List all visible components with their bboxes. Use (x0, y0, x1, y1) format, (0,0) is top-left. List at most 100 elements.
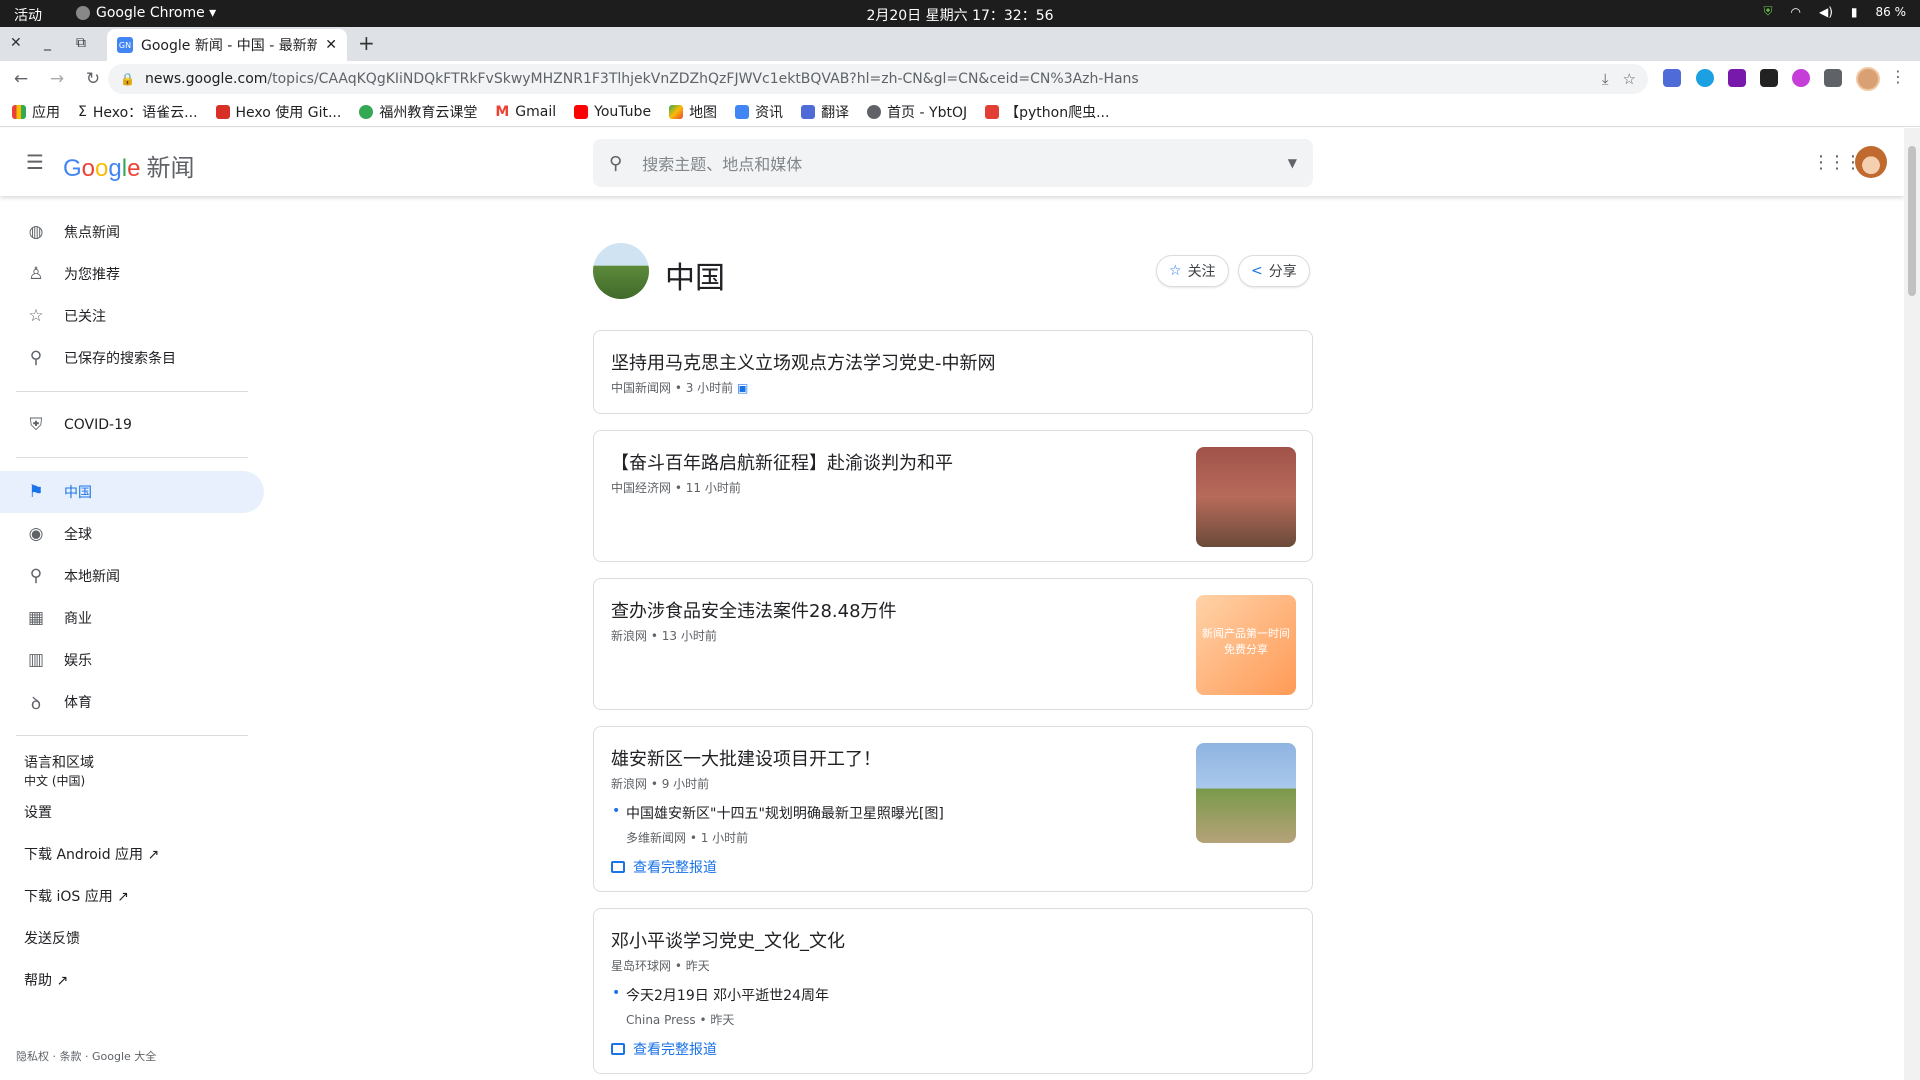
article-card[interactable]: 查办涉食品安全违法案件28.48万件 新浪网 • 13 小时前 新闻产品第一时间… (593, 578, 1313, 710)
globe-icon (867, 104, 882, 119)
article-source[interactable]: 新浪网 (611, 777, 647, 791)
browser-toolbar: ← → ↻ 🔒 news.google.com/topics/CAAqKQgKI… (0, 61, 1920, 97)
google-news-favicon-icon: GN (117, 37, 133, 53)
sidebar-item-local[interactable]: ⚲ 本地新闻 (0, 555, 264, 597)
search-input[interactable]: 搜索主题、地点和媒体 (642, 151, 1288, 175)
profile-avatar[interactable] (1856, 67, 1880, 91)
bookmark-6[interactable]: 地图 (669, 102, 717, 122)
full-coverage-link[interactable]: 查看完整报道 (611, 857, 717, 877)
related-article-title[interactable]: 今天2月19日 邓小平逝世24周年 (612, 985, 829, 1005)
address-bar[interactable]: 🔒 news.google.com/topics/CAAqKQgKIiNDQkF… (108, 64, 1648, 94)
bookmark-4[interactable]: M Gmail (495, 104, 556, 120)
reload-icon[interactable]: ↻ (78, 69, 108, 89)
article-source[interactable]: 中国经济网 (611, 481, 671, 495)
system-tray[interactable]: ⛨ ◠ ◀) ▮ 86 % (1763, 4, 1906, 19)
bookmark-star-icon[interactable]: ☆ (1623, 70, 1636, 88)
sidebar-item-label: 本地新闻 (64, 569, 120, 585)
bookmark-1[interactable]: Σ Hexo：语雀云... (78, 102, 198, 122)
article-thumbnail[interactable] (1196, 743, 1296, 843)
language-region-link[interactable]: 语言和区域 中文 (中国) (24, 752, 94, 789)
bookmark-0[interactable]: 应用 (12, 102, 60, 122)
article-title[interactable]: 【奋斗百年路启航新征程】赴渝谈判为和平 (611, 449, 953, 475)
bookmark-7[interactable]: 资讯 (735, 102, 783, 122)
sidebar-item-entertainment[interactable]: ▥ 娱乐 (0, 639, 264, 681)
full-coverage-icon[interactable]: ▣ (737, 381, 748, 395)
url-text[interactable]: news.google.com/topics/CAAqKQgKIiNDQkFTR… (145, 71, 1588, 87)
forward-icon[interactable]: → (42, 69, 72, 89)
scrollbar-thumb[interactable] (1908, 146, 1916, 296)
share-button[interactable]: < 分享 (1238, 255, 1310, 287)
bookmark-5[interactable]: YouTube (574, 104, 651, 120)
color-extension-icon[interactable] (1792, 69, 1810, 87)
android-app-link[interactable]: 下载 Android 应用 ↗ (24, 844, 159, 864)
article-card[interactable]: 邓小平谈学习党史_文化_文化 星岛环球网 • 昨天 今天2月19日 邓小平逝世2… (593, 908, 1313, 1074)
article-source[interactable]: 星岛环球网 (611, 959, 671, 973)
sidebar-item-for-you[interactable]: ♙ 为您推荐 (0, 253, 264, 295)
bookmark-8[interactable]: 翻译 (801, 102, 849, 122)
article-title[interactable]: 邓小平谈学习党史_文化_文化 (611, 927, 845, 953)
bookmark-2[interactable]: Hexo 使用 Git... (215, 102, 341, 122)
battery-level: 86 % (1875, 4, 1907, 19)
google-apps-icon[interactable]: ⋮⋮⋮ (1812, 152, 1862, 173)
search-icon[interactable]: ⚲ (609, 153, 622, 174)
logo-news-text: 新闻 (146, 155, 195, 182)
article-card[interactable]: 【奋斗百年路启航新征程】赴渝谈判为和平 中国经济网 • 11 小时前 (593, 430, 1313, 562)
sidebar-item-saved-searches[interactable]: ⚲ 已保存的搜索条目 (0, 337, 264, 379)
bookmark-label: Gmail (515, 103, 557, 120)
sidebar-item-world[interactable]: ◉ 全球 (0, 513, 264, 555)
google-news-logo[interactable]: Google 新闻 (63, 148, 194, 183)
extensions-puzzle-icon[interactable] (1824, 69, 1842, 87)
edge-extension-icon[interactable] (1696, 69, 1714, 87)
article-card[interactable]: 坚持用马克思主义立场观点方法学习党史-中新网 中国新闻网 • 3 小时前 ▣ (593, 330, 1313, 414)
related-article-title[interactable]: 中国雄安新区"十四五"规划明确最新卫星照曝光[图] (612, 803, 944, 823)
article-title[interactable]: 查办涉食品安全违法案件28.48万件 (611, 597, 897, 623)
article-thumbnail[interactable] (1196, 447, 1296, 547)
tampermonkey-extension-icon[interactable] (1760, 69, 1778, 87)
bookmark-10[interactable]: 【python爬虫... (985, 102, 1109, 122)
restore-window-icon[interactable]: ⧉ (76, 35, 86, 51)
main-menu-icon[interactable]: ☰ (26, 150, 44, 174)
bookmark-9[interactable]: 首页 - YbtOJ (867, 102, 967, 122)
browser-tab[interactable]: GN Google 新闻 - 中国 - 最新新 ✕ (107, 29, 347, 61)
article-title[interactable]: 雄安新区一大批建设项目开工了！ (611, 745, 881, 771)
page-scrollbar[interactable] (1904, 128, 1920, 1080)
close-tab-icon[interactable]: ✕ (325, 37, 337, 53)
article-source[interactable]: 多维新闻网 (626, 831, 686, 845)
new-tab-icon[interactable]: + (358, 31, 375, 55)
sidebar-item-sports[interactable]: ꝺ 体育 (0, 681, 264, 723)
full-coverage-link[interactable]: 查看完整报道 (611, 1039, 717, 1059)
onenote-extension-icon[interactable] (1728, 69, 1746, 87)
minimize-window-icon[interactable]: _ (44, 35, 51, 51)
install-app-icon[interactable]: ⤓ (1602, 70, 1609, 88)
bookmark-3[interactable]: 福州教育云课堂 (359, 102, 477, 122)
search-box[interactable]: ⚲ 搜索主题、地点和媒体 ▼ (593, 139, 1313, 187)
follow-button[interactable]: ☆ 关注 (1156, 255, 1229, 287)
more-menu-icon[interactable]: ⋮ (1890, 67, 1906, 86)
help-link[interactable]: 帮助 ↗ (24, 970, 68, 990)
article-card[interactable]: 雄安新区一大批建设项目开工了！ 新浪网 • 9 小时前 中国雄安新区"十四五"规… (593, 726, 1313, 892)
sidebar-item-following[interactable]: ☆ 已关注 (0, 295, 264, 337)
close-window-icon[interactable]: ✕ (10, 35, 22, 51)
article-title[interactable]: 坚持用马克思主义立场观点方法学习党史-中新网 (611, 349, 996, 375)
article-thumbnail[interactable]: 新闻产品第一时间免费分享 (1196, 595, 1296, 695)
search-dropdown-icon[interactable]: ▼ (1288, 156, 1297, 170)
topic-image (593, 243, 649, 299)
back-icon[interactable]: ← (6, 69, 36, 89)
settings-link[interactable]: 设置 (24, 802, 52, 822)
article-source[interactable]: 中国新闻网 (611, 381, 671, 395)
lock-icon[interactable]: 🔒 (120, 72, 135, 86)
sidebar-item-china[interactable]: ⚑ 中国 (0, 471, 264, 513)
sidebar-item-covid[interactable]: ⛨ COVID-19 (0, 404, 264, 446)
article-source[interactable]: China Press (626, 1013, 696, 1027)
footer-links[interactable]: 隐私权 · 条款 · Google 大全 (16, 1048, 156, 1064)
clock[interactable]: 2月20日 星期六 17：32：56 (0, 5, 1920, 25)
bicycle-icon: ꝺ (30, 693, 42, 714)
feedback-link[interactable]: 发送反馈 (24, 928, 80, 948)
sidebar-item-business[interactable]: ▦ 商业 (0, 597, 264, 639)
divider (16, 735, 248, 736)
sidebar-item-headlines[interactable]: ◍ 焦点新闻 (0, 211, 264, 253)
ios-app-link[interactable]: 下载 iOS 应用 ↗ (24, 886, 129, 906)
article-source[interactable]: 新浪网 (611, 629, 647, 643)
translate-extension-icon[interactable] (1663, 69, 1681, 87)
account-avatar[interactable] (1855, 146, 1887, 178)
